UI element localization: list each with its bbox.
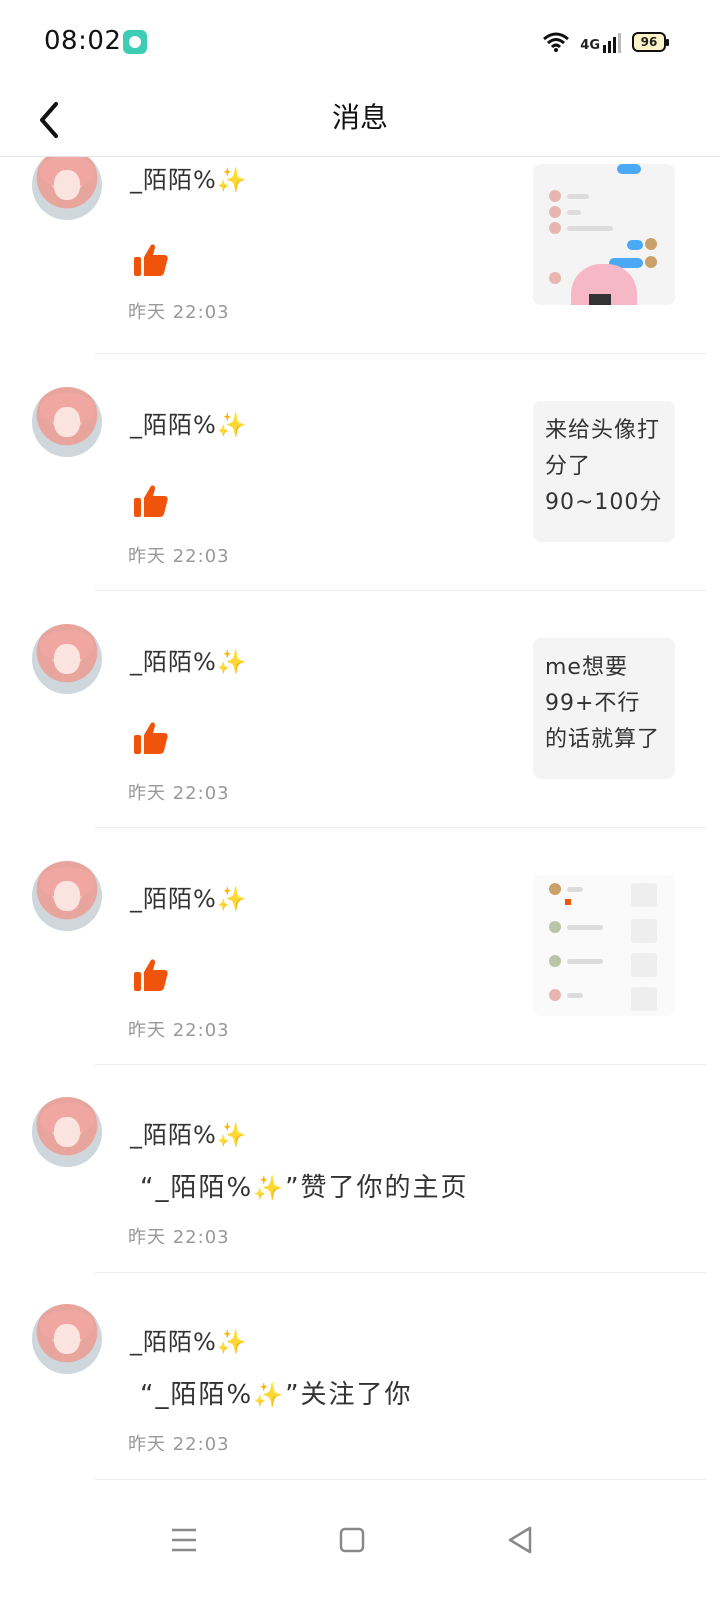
preview-text: me想要99+不行的话就算了 … <box>545 655 661 779</box>
thumbs-up-icon <box>134 244 168 276</box>
signal-icon: 4G <box>580 31 622 53</box>
username[interactable]: _陌陌%✨ <box>130 879 248 914</box>
triangle-back-icon <box>508 1526 532 1554</box>
avatar[interactable] <box>32 157 102 220</box>
sparkle-icon: ✨ <box>216 885 248 913</box>
post-preview-text[interactable]: me想要99+不行的话就算了 … <box>533 638 675 779</box>
notification-message: “_陌陌%✨”赞了你的主页 <box>140 1173 469 1203</box>
battery-icon: 96 <box>632 32 669 52</box>
home-button[interactable] <box>332 1520 372 1560</box>
sparkle-icon: ✨ <box>216 648 248 676</box>
list-item[interactable]: _陌陌%✨ 昨天 22:03 <box>0 157 720 354</box>
network-type: 4G <box>580 38 600 53</box>
avatar[interactable] <box>32 624 102 694</box>
divider <box>95 590 706 591</box>
timestamp: 昨天 22:03 <box>128 1020 230 1041</box>
notification-list[interactable]: _陌陌%✨ 昨天 22:03 _陌陌%✨ 昨天 22:03 来给头像打分了90~… <box>0 157 720 1480</box>
avatar[interactable] <box>32 861 102 931</box>
home-square-icon <box>339 1527 365 1553</box>
username[interactable]: _陌陌%✨ <box>130 1115 248 1150</box>
avatar[interactable] <box>32 1097 102 1167</box>
username[interactable]: _陌陌%✨ <box>130 1322 248 1357</box>
username[interactable]: _陌陌%✨ <box>130 160 248 195</box>
post-preview-thumbnail[interactable] <box>533 164 675 305</box>
page-title: 消息 <box>331 101 388 134</box>
divider <box>95 1064 706 1065</box>
preview-text: 来给头像打分了90~100分 … <box>545 418 663 542</box>
system-nav-bar <box>0 1480 720 1600</box>
wifi-icon <box>543 32 570 52</box>
post-preview-text[interactable]: 来给头像打分了90~100分 … <box>533 401 675 542</box>
avatar[interactable] <box>32 387 102 457</box>
status-time: 08:02 <box>44 26 122 56</box>
top-bar: 消息 <box>0 80 720 157</box>
thumbs-up-icon <box>134 485 168 517</box>
list-item[interactable]: _陌陌%✨ “_陌陌%✨”关注了你 昨天 22:03 <box>0 1304 720 1474</box>
notification-message: “_陌陌%✨”关注了你 <box>140 1380 413 1410</box>
timestamp: 昨天 22:03 <box>128 1434 230 1455</box>
app-notification-icon <box>123 30 147 54</box>
username[interactable]: _陌陌%✨ <box>130 405 248 440</box>
thumbs-up-icon <box>134 722 168 754</box>
timestamp: 昨天 22:03 <box>128 546 230 567</box>
menu-icon <box>172 1528 196 1552</box>
divider <box>95 1272 706 1273</box>
timestamp: 昨天 22:03 <box>128 783 230 804</box>
list-item[interactable]: _陌陌%✨ 昨天 22:03 <box>0 861 720 1065</box>
username[interactable]: _陌陌%✨ <box>130 642 248 677</box>
menu-button[interactable] <box>164 1520 204 1560</box>
sparkle-icon: ✨ <box>216 166 248 194</box>
list-item[interactable]: _陌陌%✨ 昨天 22:03 me想要99+不行的话就算了 … <box>0 624 720 828</box>
nav-back-button[interactable] <box>500 1520 540 1560</box>
list-item[interactable]: _陌陌%✨ 昨天 22:03 来给头像打分了90~100分 … <box>0 387 720 591</box>
divider <box>95 353 706 354</box>
thumbs-up-icon <box>134 959 168 991</box>
list-item[interactable]: _陌陌%✨ “_陌陌%✨”赞了你的主页 昨天 22:03 <box>0 1097 720 1267</box>
avatar[interactable] <box>32 1304 102 1374</box>
sparkle-icon: ✨ <box>253 1381 286 1409</box>
status-bar: 08:02 4G 96 <box>0 0 720 80</box>
status-indicators: 4G 96 <box>542 28 669 56</box>
divider <box>95 827 706 828</box>
sparkle-icon: ✨ <box>216 1328 248 1356</box>
post-preview-thumbnail[interactable] <box>533 875 675 1016</box>
timestamp: 昨天 22:03 <box>128 1227 230 1248</box>
timestamp: 昨天 22:03 <box>128 302 230 323</box>
sparkle-icon: ✨ <box>216 1121 248 1149</box>
sparkle-icon: ✨ <box>216 411 248 439</box>
sparkle-icon: ✨ <box>253 1174 286 1202</box>
